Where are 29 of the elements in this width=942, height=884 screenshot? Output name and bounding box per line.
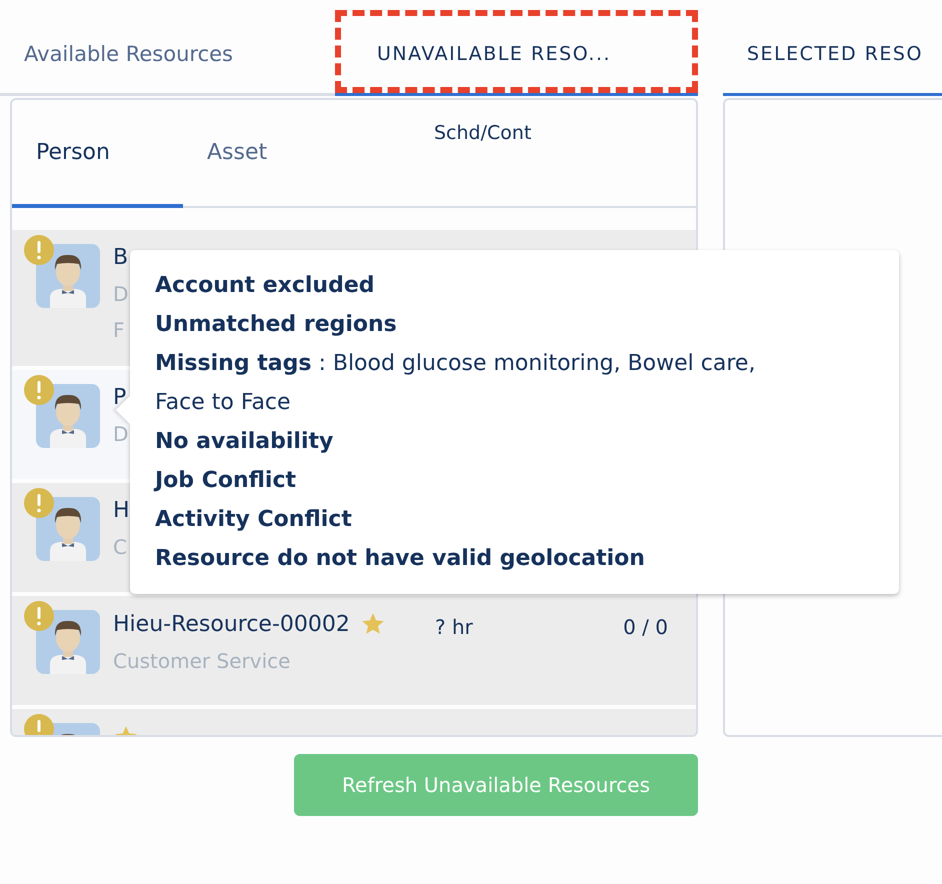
resource-detail: Customer Service	[113, 649, 290, 673]
resource-detail: D	[113, 422, 128, 446]
tab[interactable]: Person	[12, 100, 183, 208]
tooltip-line: Job Conflict	[155, 467, 298, 495]
avatar-icon	[36, 610, 100, 674]
resource-name: Hieu-Resource-00002	[113, 612, 350, 636]
tooltip-line: Unmatched regions	[155, 311, 398, 339]
count: 0 / 0	[623, 615, 668, 639]
avatar-icon	[36, 497, 100, 561]
tooltip-line: Resource do not have valid geolocation	[155, 545, 646, 573]
avatar-icon	[36, 384, 100, 448]
resource-detail: F	[113, 318, 125, 342]
tooltip-line: Activity Conflict	[155, 506, 353, 534]
tooltip-line: No availability	[155, 428, 334, 456]
panel-header: SELECTED RESO	[723, 0, 942, 96]
tooltip-line: Account excluded	[155, 272, 376, 300]
resource-name: P	[113, 385, 126, 410]
avatar-icon	[36, 244, 100, 308]
resource-detail: D	[113, 282, 128, 306]
hours: ? hr	[435, 615, 473, 639]
resource-detail: C	[113, 535, 127, 559]
column-header: Schd/Cont	[434, 122, 532, 144]
resource-row[interactable]: Hieu-Resource-00002 Customer Service ? hr 0 / 0	[12, 596, 696, 705]
resource-name: H	[113, 498, 130, 523]
tab[interactable]: Available Resources	[0, 14, 335, 96]
resource-name: B	[113, 245, 128, 270]
tab[interactable]: UNAVAILABLE RESO...	[335, 14, 698, 96]
tab[interactable]: Asset	[183, 100, 354, 208]
tooltip-line: Missing tags : Blood glucose monitoring, Bowel care, Face to Face	[155, 350, 756, 417]
